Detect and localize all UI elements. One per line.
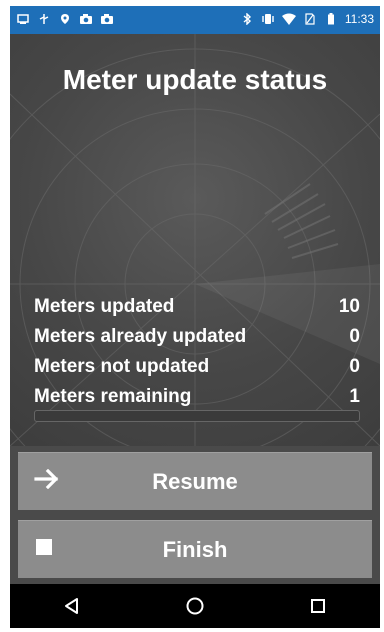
bluetooth-icon — [240, 12, 254, 26]
status-left-icons — [16, 12, 114, 26]
stat-label: Meters remaining — [34, 386, 192, 407]
status-time: 11:33 — [344, 12, 374, 26]
location-icon — [58, 12, 72, 26]
stats-list: Meters updated 10 Meters already updated… — [34, 292, 360, 412]
notification-icon — [16, 12, 30, 26]
usb-icon — [37, 12, 51, 26]
phone-screen: 11:33 Meter update status Meters updated… — [10, 6, 380, 628]
stat-value: 1 — [349, 386, 360, 407]
stat-row-meters-not-updated: Meters not updated 0 — [34, 352, 360, 382]
status-bar: 11:33 — [10, 6, 380, 34]
page-title: Meter update status — [62, 64, 328, 95]
recents-icon[interactable] — [306, 594, 330, 618]
stop-icon — [34, 537, 54, 563]
finish-button-label: Finish — [162, 536, 228, 562]
arrow-right-icon — [34, 468, 60, 495]
no-sim-icon — [303, 12, 317, 26]
wifi-icon — [281, 12, 296, 26]
stat-row-meters-already-updated: Meters already updated 0 — [34, 322, 360, 352]
navigation-bar — [10, 584, 380, 628]
resume-button[interactable]: Resume — [18, 452, 372, 510]
home-icon[interactable] — [183, 594, 207, 618]
stat-row-meters-remaining: Meters remaining 1 — [34, 382, 360, 412]
camera-icon — [79, 12, 93, 26]
finish-button[interactable]: Finish — [18, 520, 372, 578]
vibrate-icon — [261, 12, 275, 26]
back-icon[interactable] — [60, 594, 84, 618]
stat-label: Meters already updated — [34, 326, 247, 347]
stat-label: Meters updated — [34, 296, 175, 317]
resume-button-label: Resume — [152, 468, 238, 494]
camera-icon — [100, 12, 114, 26]
main-content: Meter update status Meters updated 10 Me… — [10, 34, 380, 446]
stat-value: 10 — [338, 296, 360, 317]
stat-row-meters-updated: Meters updated 10 — [34, 292, 360, 322]
status-right-icons: 11:33 — [240, 12, 374, 26]
progress-bar — [34, 410, 360, 422]
stat-label: Meters not updated — [34, 356, 210, 377]
battery-icon — [324, 12, 338, 26]
stat-value: 0 — [349, 356, 360, 377]
stat-value: 0 — [349, 326, 360, 347]
